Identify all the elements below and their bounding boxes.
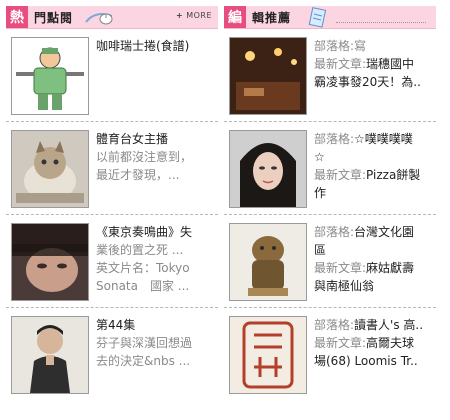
- doctor-cartoon-image: [12, 38, 88, 114]
- latest-article-link-cont[interactable]: 霸凌事發20天！為..: [314, 73, 436, 91]
- blog-label: 部落格:: [314, 225, 355, 239]
- restaurant-photo: [230, 38, 306, 114]
- hot-clicks-header: 熱 門點閱 + MORE: [6, 6, 218, 29]
- item-text: 《東京奏鳴曲》失 業後的置之死 ... 英文片名：Tokyo Sonata 國家…: [96, 223, 218, 295]
- blog-name-link[interactable]: 讀書人's 高..: [354, 318, 423, 332]
- item-thumbnail[interactable]: [229, 223, 307, 301]
- latest-article-label: 最新文章:: [314, 57, 367, 71]
- editor-picks-panel: 編 輯推薦 部落格:寫 最新文章:瑞穗國中 霸凌事發20天！為.. 部落格:☆噗…: [224, 6, 436, 400]
- item-snippet-line: 最近才發現，...: [96, 168, 180, 182]
- blog-name-link[interactable]: 寫: [354, 39, 366, 53]
- hot-clicks-panel: 熱 門點閱 + MORE 咖啡瑞士捲(食譜) 體育台女主播 以前都沒注意到， 最…: [6, 6, 218, 400]
- more-link[interactable]: + MORE: [176, 11, 212, 20]
- item-snippet-line: 英文片名：Tokyo: [96, 261, 190, 275]
- widget: 熱 門點閱 + MORE 咖啡瑞士捲(食譜) 體育台女主播 以前都沒注意到， 最…: [0, 0, 450, 420]
- latest-article-line: 最新文章:Pizza餅製: [314, 166, 436, 184]
- figurine-photo: [230, 224, 306, 300]
- item-thumbnail[interactable]: [11, 316, 89, 394]
- item-title-link[interactable]: 第44集: [96, 316, 218, 334]
- latest-article-link-cont[interactable]: 作: [314, 184, 436, 202]
- woman-photo: [230, 131, 306, 207]
- latest-article-link-cont[interactable]: 場(68) Loomis Tr..: [314, 352, 436, 370]
- item-title-link[interactable]: 體育台女主播: [96, 130, 218, 148]
- latest-article-line: 最新文章:瑞穗國中: [314, 55, 436, 73]
- item-thumbnail[interactable]: [229, 316, 307, 394]
- item-text: 體育台女主播 以前都沒注意到， 最近才發現，...: [96, 130, 218, 184]
- latest-article-link[interactable]: Pizza餅製: [366, 168, 420, 182]
- item-text: 咖啡瑞士捲(食譜): [96, 37, 218, 55]
- latest-article-label: 最新文章:: [314, 168, 367, 182]
- blog-name-link[interactable]: 台灣文化園: [354, 225, 414, 239]
- blog-name-link[interactable]: ☆噗噗噗噗: [354, 132, 413, 146]
- item-thumbnail[interactable]: [11, 130, 89, 208]
- hot-badge: 熱: [6, 6, 28, 28]
- list-item: 第44集 芬子與深漢回想過 去的決定&nbs ...: [6, 308, 218, 400]
- item-thumbnail[interactable]: [11, 37, 89, 115]
- more-plus: +: [175, 11, 184, 20]
- list-item: 部落格:☆噗噗噗噗 ☆ 最新文章:Pizza餅製 作: [224, 122, 436, 215]
- header-divider: [336, 22, 426, 24]
- face-photo: [12, 224, 88, 300]
- blog-line: 部落格:寫: [314, 37, 436, 55]
- list-item: 部落格:台灣文化園 區 最新文章:麻姑獻壽 與南極仙翁: [224, 215, 436, 308]
- blog-line: 部落格:讀書人's 高..: [314, 316, 436, 334]
- editor-badge: 編: [224, 6, 246, 28]
- list-item: 體育台女主播 以前都沒注意到， 最近才發現，...: [6, 122, 218, 215]
- seal-stamp-image: [230, 317, 306, 393]
- latest-article-line: 最新文章:高爾夫球: [314, 334, 436, 352]
- item-snippet-line: 芬子與深漢回想過: [96, 336, 193, 350]
- item-thumbnail[interactable]: [229, 130, 307, 208]
- item-text: 部落格:讀書人's 高.. 最新文章:高爾夫球 場(68) Loomis Tr.…: [314, 316, 436, 370]
- latest-article-link[interactable]: 高爾夫球: [366, 336, 414, 350]
- item-text: 部落格:☆噗噗噗噗 ☆ 最新文章:Pizza餅製 作: [314, 130, 436, 202]
- blog-label: 部落格:: [314, 318, 355, 332]
- list-item: 《東京奏鳴曲》失 業後的置之死 ... 英文片名：Tokyo Sonata 國家…: [6, 215, 218, 308]
- blog-name-link-cont[interactable]: ☆: [314, 148, 436, 166]
- blog-label: 部落格:: [314, 132, 355, 146]
- item-title-link[interactable]: 《東京奏鳴曲》失: [96, 223, 218, 241]
- latest-article-link-cont[interactable]: 與南極仙翁: [314, 277, 436, 295]
- latest-article-line: 最新文章:麻姑獻壽: [314, 259, 436, 277]
- hot-clicks-list: 咖啡瑞士捲(食譜) 體育台女主播 以前都沒注意到， 最近才發現，... 《東京奏…: [6, 29, 218, 400]
- editor-picks-list: 部落格:寫 最新文章:瑞穗國中 霸凌事發20天！為.. 部落格:☆噗噗噗噗 ☆ …: [224, 29, 436, 400]
- list-item: 部落格:讀書人's 高.. 最新文章:高爾夫球 場(68) Loomis Tr.…: [224, 308, 436, 400]
- latest-article-label: 最新文章:: [314, 336, 367, 350]
- item-snippet-line: 以前都沒注意到，: [96, 150, 193, 164]
- list-item: 咖啡瑞士捲(食譜): [6, 29, 218, 122]
- blog-label: 部落格:: [314, 39, 355, 53]
- list-item: 部落格:寫 最新文章:瑞穗國中 霸凌事發20天！為..: [224, 29, 436, 122]
- item-text: 部落格:寫 最新文章:瑞穗國中 霸凌事發20天！為..: [314, 37, 436, 91]
- item-snippet-line: 去的決定&nbs ...: [96, 354, 191, 368]
- blog-name-link-cont[interactable]: 區: [314, 241, 436, 259]
- blog-line: 部落格:台灣文化園: [314, 223, 436, 241]
- item-thumbnail[interactable]: [229, 37, 307, 115]
- latest-article-label: 最新文章:: [314, 261, 367, 275]
- cat-photo: [12, 131, 88, 207]
- editor-picks-header: 編 輯推薦: [224, 6, 436, 29]
- item-thumbnail[interactable]: [11, 223, 89, 301]
- editor-picks-title: 輯推薦: [252, 11, 292, 25]
- more-label: MORE: [186, 11, 212, 20]
- blog-line: 部落格:☆噗噗噗噗: [314, 130, 436, 148]
- man-photo: [12, 317, 88, 393]
- latest-article-link[interactable]: 瑞穗國中: [366, 57, 414, 71]
- latest-article-link[interactable]: 麻姑獻壽: [366, 261, 414, 275]
- mouse-icon: [84, 8, 114, 30]
- hot-clicks-title: 門點閱: [34, 11, 74, 25]
- item-snippet-line: Sonata 國家 ...: [96, 279, 190, 293]
- item-text: 部落格:台灣文化園 區 最新文章:麻姑獻壽 與南極仙翁: [314, 223, 436, 295]
- item-snippet-line: 業後的置之死 ...: [96, 243, 184, 257]
- item-title-link[interactable]: 咖啡瑞士捲(食譜): [96, 37, 218, 55]
- item-text: 第44集 芬子與深漢回想過 去的決定&nbs ...: [96, 316, 218, 370]
